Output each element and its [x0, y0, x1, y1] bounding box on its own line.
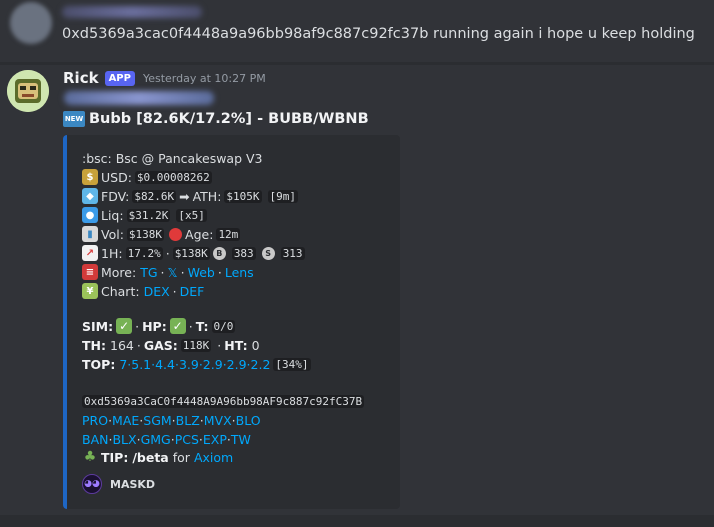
seedling-icon: ♣: [83, 449, 97, 465]
link-gmg[interactable]: GMG: [141, 432, 171, 447]
mask-icon: ◕◕: [82, 474, 102, 494]
money-bag-icon: $: [82, 169, 98, 185]
tip-line: ♣ TIP: /beta for Axiom: [83, 449, 234, 465]
th-line: TH: 164 · GAS: 118K · HT: 0: [82, 337, 260, 353]
chain-line: :bsc: Bsc @ Pancakeswap V3: [82, 150, 263, 166]
divider: [0, 62, 714, 65]
link-dex[interactable]: DEX: [144, 284, 170, 299]
app-tag: APP: [104, 70, 135, 86]
link-pro[interactable]: PRO: [82, 413, 108, 428]
b-circle-icon: B: [212, 246, 226, 260]
timestamp[interactable]: Yesterday at 10:27 PM: [143, 72, 266, 85]
liq-line: ● Liq: $31.2K [x5]: [82, 206, 210, 224]
arrow-right-icon: ➡: [179, 188, 190, 204]
droplets-icon: ●: [82, 207, 98, 223]
check-icon: ✓: [116, 318, 133, 334]
token-embed: :bsc: Bsc @ Pancakeswap V3 $ USD: $0.000…: [63, 135, 400, 509]
usd-line: $ USD: $0.00008262: [82, 168, 215, 186]
clock-icon: [169, 227, 183, 241]
message-title: Bubb [82.6K/17.2%] - BUBB/WBNB: [89, 111, 369, 127]
link-exp[interactable]: EXP: [203, 432, 227, 447]
link-sgm[interactable]: SGM: [143, 413, 171, 428]
one-hour-line: ↗ 1H: 17.2% · $138K B 383 S 313: [82, 244, 308, 262]
contract-address[interactable]: 0xd5369a3CaC0f4448A9A96bb98AF9c887c92fC3…: [82, 394, 365, 408]
link-blx[interactable]: BLX: [112, 432, 136, 447]
s-circle-icon: S: [261, 246, 275, 260]
check-icon: ✓: [169, 318, 186, 334]
message-header: Rick APP Yesterday at 10:27 PM: [63, 69, 266, 87]
avatar[interactable]: [7, 70, 49, 112]
link-blo[interactable]: BLO: [236, 413, 261, 428]
embed-footer: ◕◕ MASKD: [82, 473, 155, 495]
chart-increasing-icon: ↗: [82, 245, 98, 261]
rick-avatar-icon: [7, 70, 49, 112]
link-lens[interactable]: Lens: [225, 265, 254, 280]
flag-icon: ≡: [82, 264, 98, 280]
link-mae[interactable]: MAE: [112, 413, 139, 428]
link-x[interactable]: 𝕏: [168, 265, 178, 280]
chart-icon: ¥: [82, 283, 98, 299]
link-mvx[interactable]: MVX: [204, 413, 232, 428]
link-blz[interactable]: BLZ: [176, 413, 200, 428]
more-line: ≡ More: TG · 𝕏 · Web · Lens: [82, 263, 254, 281]
link-ban[interactable]: BAN: [82, 432, 108, 447]
contract-line: 0xd5369a3CaC0f4448A9A96bb98AF9c887c92fC3…: [82, 392, 367, 410]
chart-line: ¥ Chart: DEX · DEF: [82, 282, 204, 300]
link-web[interactable]: Web: [188, 265, 215, 280]
blurred-reply-text: [64, 91, 214, 105]
gem-icon: ◆: [82, 188, 98, 204]
composer-area: [0, 515, 714, 527]
vol-line: ▮ Vol: $138K Age: 12m: [82, 225, 243, 243]
top-line: TOP: 7·5.1·4.4·3.9·2.9·2.9·2.2 [34%]: [82, 356, 311, 372]
bar-chart-icon: ▮: [82, 226, 98, 242]
new-icon: NEW: [63, 111, 85, 127]
link-tg[interactable]: TG: [140, 265, 157, 280]
link-pcs[interactable]: PCS: [175, 432, 199, 447]
link-def[interactable]: DEF: [180, 284, 205, 299]
top-holders-link[interactable]: 7·5.1·4.4·3.9·2.9·2.9·2.2: [119, 357, 270, 372]
username[interactable]: Rick: [63, 69, 99, 87]
tools-row-2: BAN · BLX · GMG · PCS · EXP · TW: [82, 431, 251, 447]
previous-message-text: 0xd5369a3cac0f4448a9a96bb98af9c887c92fc3…: [62, 26, 695, 42]
fdv-line: ◆ FDV: $82.6K ➡ ATH: $105K [9m]: [82, 187, 301, 205]
previous-message: 0xd5369a3cac0f4448a9a96bb98af9c887c92fc3…: [0, 0, 714, 62]
sim-line: SIM: ✓ · HP: ✓ · T: 0/0: [82, 318, 236, 334]
link-tw[interactable]: TW: [231, 432, 251, 447]
previous-avatar[interactable]: [10, 2, 52, 44]
message-title-row: NEW Bubb [82.6K/17.2%] - BUBB/WBNB: [63, 111, 369, 127]
blurred-username: [62, 6, 202, 18]
link-axiom[interactable]: Axiom: [194, 450, 233, 465]
tools-row-1: PRO · MAE · SGM · BLZ · MVX · BLO: [82, 412, 261, 428]
